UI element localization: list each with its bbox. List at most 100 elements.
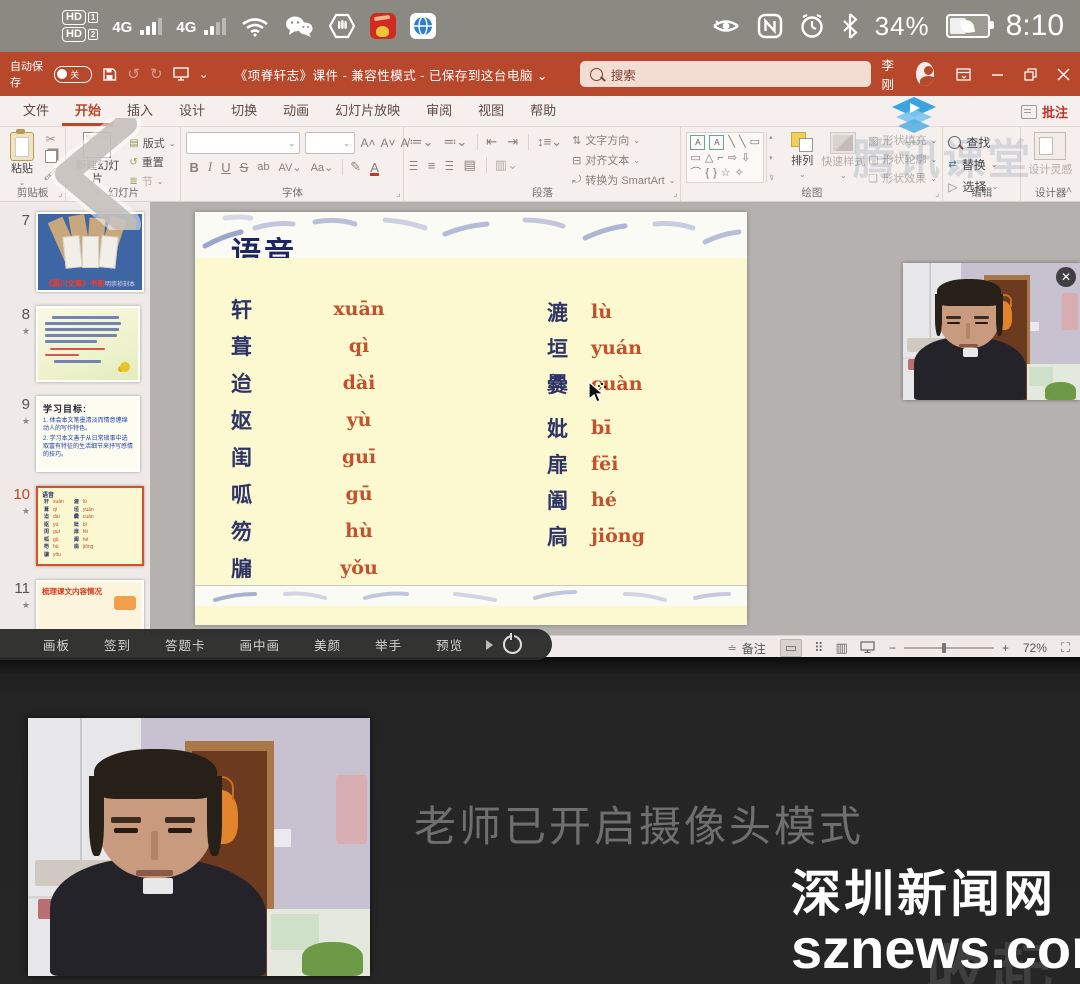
line-spacing-button[interactable]: ↕≡⌄	[528, 134, 562, 150]
restore-button[interactable]	[1024, 68, 1037, 81]
thumbnail-slide-9[interactable]: 9★ 学习目标: 1. 体会本文笔墨清淡而情意缠绵动人的写作特色。 2. 学习本…	[4, 396, 144, 472]
quick-styles-button[interactable]: 快速样式⌄	[820, 132, 866, 180]
zoom-level[interactable]: 72%	[1023, 641, 1047, 655]
ribbon-tab[interactable]: 幻灯片放映	[322, 95, 413, 126]
annotate-button[interactable]: 批注	[1021, 102, 1068, 121]
slide-11-thumb[interactable]: 梳理课文内容情况	[36, 580, 144, 635]
reading-view-button[interactable]: ▥	[836, 640, 848, 656]
slide-thumbnail-panel[interactable]: 7 《震川文集》书影明崇祯刻本 8★	[0, 202, 150, 635]
normal-view-button[interactable]: ▭	[780, 639, 802, 657]
increase-indent-button[interactable]: ⇥	[507, 134, 518, 150]
minimize-button[interactable]	[991, 68, 1004, 81]
ribbon-tab[interactable]: 切换	[218, 95, 270, 126]
notes-button[interactable]: ≐备注	[727, 640, 765, 657]
thumbnail-slide-11[interactable]: 11★ 梳理课文内容情况	[4, 580, 144, 635]
replace-button[interactable]: ⇄替换⌄	[948, 156, 998, 173]
font-color-button[interactable]: A	[370, 160, 379, 175]
align-center-button[interactable]: ≡	[428, 158, 436, 173]
user-name[interactable]: 李刚	[881, 55, 900, 93]
text-direction-button[interactable]: ⇅文字方向⌄	[572, 132, 675, 148]
design-ideas-button[interactable]: 设计灵感	[1026, 132, 1074, 177]
zoom-slider[interactable]	[904, 647, 994, 649]
slide-canvas[interactable]: 语音 轩 xuān 葺 qì	[195, 212, 747, 625]
classroom-toolbar-item[interactable]: 预览	[419, 635, 480, 654]
quick-access-more-button[interactable]: ⌄	[199, 67, 209, 81]
find-button[interactable]: 查找	[948, 134, 998, 151]
paste-button[interactable]: 粘贴⌄	[5, 132, 39, 187]
fit-to-window-button[interactable]: ⛶	[1061, 640, 1070, 656]
highlight-button[interactable]: ✎	[342, 159, 361, 175]
columns-button[interactable]: ▥⌄	[486, 157, 518, 173]
power-button[interactable]	[503, 635, 522, 654]
avatar[interactable]	[916, 62, 934, 86]
collapse-ribbon-button[interactable]: ˄	[1066, 185, 1072, 197]
shape-outline-button[interactable]: ▢形状轮廓⌄	[868, 151, 937, 167]
underline-button[interactable]: U	[221, 160, 230, 175]
slide-10-thumb[interactable]: 语音 轩xuān葺qì迨dài妪yù闺guī呱gū笏hù牖yǒu 漉lù垣yuá…	[36, 486, 144, 566]
decrease-indent-button[interactable]: ⇤	[477, 134, 497, 150]
italic-button[interactable]: I	[208, 159, 212, 175]
align-text-button[interactable]: ⊟对齐文本⌄	[572, 152, 675, 168]
slideshow-quick-button[interactable]	[173, 67, 189, 81]
classroom-toolbar-item[interactable]: 签到	[87, 635, 148, 654]
character-spacing-button[interactable]: AV⌄	[279, 161, 302, 174]
slide-sorter-view-button[interactable]: ⠿	[814, 640, 824, 656]
font-size-select[interactable]: ⌄	[305, 132, 355, 154]
save-button[interactable]	[102, 67, 117, 82]
ribbon-display-options-button[interactable]	[956, 68, 971, 81]
slide-number: 9	[22, 396, 30, 413]
document-title[interactable]: 《项脊轩志》课件 - 兼容性模式 - 已保存到这台电脑 ⌄	[235, 65, 548, 84]
shape-effects-button[interactable]: ❏形状效果⌄	[868, 170, 937, 186]
pinyin-reading: yǒu	[319, 557, 399, 579]
redo-button[interactable]: ↻	[150, 65, 163, 83]
hanzi-character: 扃	[547, 521, 577, 551]
classroom-toolbar-item[interactable]: 举手	[358, 635, 419, 654]
classroom-toolbar-items[interactable]: 画板签到答题卡画中画美颜举手预览	[0, 635, 480, 654]
network-type-2: 4G	[176, 21, 196, 35]
thumbnail-slide-8[interactable]: 8★	[4, 306, 144, 382]
arrange-button[interactable]: 排列⌄	[784, 132, 820, 179]
ribbon-tab[interactable]: 设计	[166, 95, 218, 126]
shrink-font-button[interactable]: A˅	[381, 136, 396, 150]
zoom-in-button[interactable]: +	[1002, 641, 1009, 655]
back-chevron-overlay[interactable]	[44, 118, 144, 230]
font-name-select[interactable]: ⌄	[186, 132, 300, 154]
teacher-webcam-large[interactable]	[28, 718, 370, 976]
ribbon-tab[interactable]: 审阅	[413, 95, 465, 126]
classroom-toolbar-item[interactable]: 美颜	[297, 635, 358, 654]
zoom-control[interactable]: − +	[889, 641, 1009, 655]
undo-button[interactable]: ↺	[127, 65, 140, 83]
close-webcam-icon[interactable]: ✕	[1056, 267, 1076, 287]
thumbnail-slide-10-current[interactable]: 10★ 语音 轩xuān葺qì迨dài妪yù闺guī呱gū笏hù牖yǒu 漉lù…	[4, 486, 144, 566]
ribbon-tab[interactable]: 帮助	[517, 95, 569, 126]
autosave-toggle[interactable]: 自动保存 关	[10, 58, 92, 90]
ribbon-tab[interactable]: 视图	[465, 95, 517, 126]
numbering-button[interactable]: ≕⌄	[443, 134, 467, 150]
close-button[interactable]	[1057, 68, 1070, 81]
bold-button[interactable]: B	[189, 160, 198, 175]
slide-9-thumb[interactable]: 学习目标: 1. 体会本文笔墨清淡而情意缠绵动人的写作特色。 2. 学习本文善于…	[36, 396, 140, 472]
play-icon[interactable]	[486, 640, 493, 650]
teacher-webcam-small[interactable]: ✕	[903, 263, 1080, 400]
watermark-chinese: 深圳新闻网	[791, 869, 1080, 919]
pronunciation-row: 笏 hù	[231, 512, 399, 549]
classroom-toolbar-item[interactable]: 画板	[26, 635, 87, 654]
slideshow-view-button[interactable]	[860, 641, 875, 656]
search-input[interactable]: 搜索	[580, 61, 872, 87]
ribbon-tab[interactable]: 动画	[270, 95, 322, 126]
classroom-toolbar-item[interactable]: 画中画	[223, 635, 298, 654]
pronunciation-row: 呱 gū	[231, 475, 399, 512]
classroom-toolbar-item[interactable]: 答题卡	[148, 635, 223, 654]
align-right-button[interactable]: Ⲷ	[445, 156, 453, 174]
change-case-button[interactable]: Aa⌄	[311, 161, 334, 174]
align-left-button[interactable]: Ⲷ	[409, 156, 417, 174]
slide-8-thumb[interactable]	[36, 306, 140, 382]
strikethrough-button[interactable]: S	[240, 160, 249, 175]
shape-gallery-scroll[interactable]: ▴▾⊽	[766, 132, 776, 183]
shape-gallery[interactable]: AA╲╲▭ ▭△⌐⇨⇩ ⌒{}☆✧ ▴▾⊽	[686, 132, 776, 183]
justify-button[interactable]: ▤	[463, 157, 475, 173]
zoom-out-button[interactable]: −	[889, 641, 896, 655]
text-shadow-button[interactable]: ab	[257, 161, 269, 173]
grow-font-button[interactable]: A˄	[360, 136, 375, 150]
bullets-button[interactable]: ≔⌄	[409, 134, 433, 150]
